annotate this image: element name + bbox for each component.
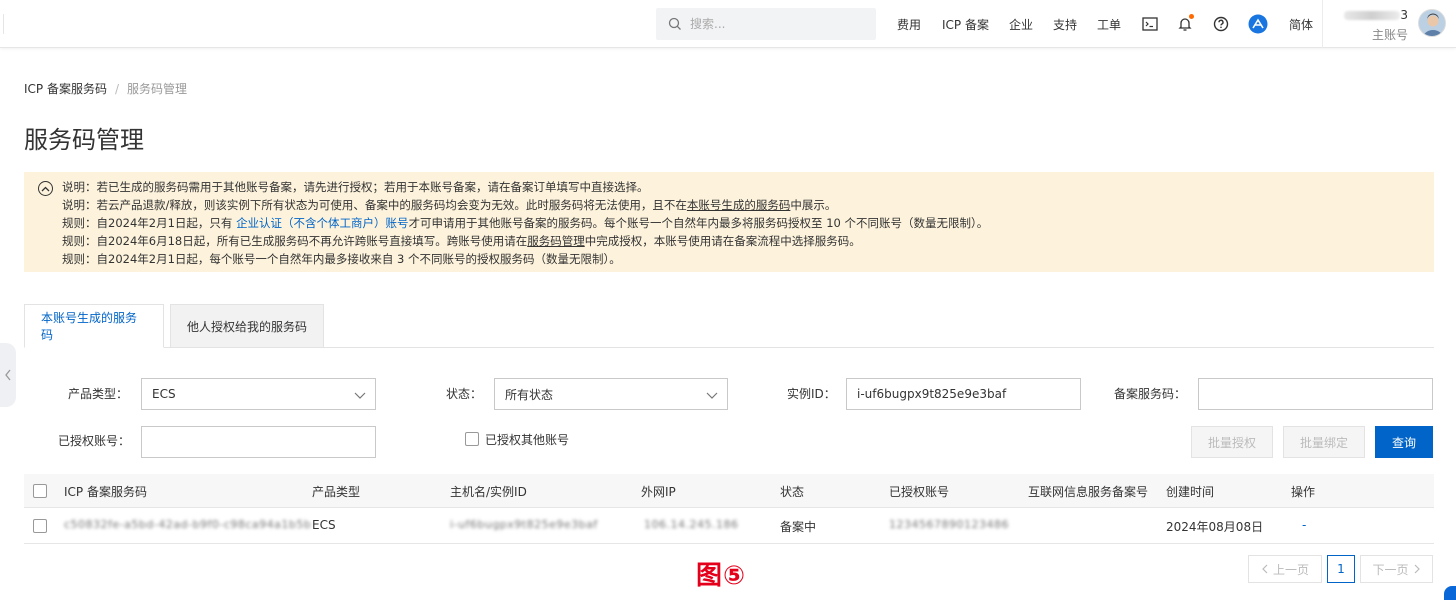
service-code-label: 备案服务码： (1114, 387, 1187, 401)
column-header[interactable]: 创建时间 (1166, 483, 1214, 500)
row-checkbox[interactable] (33, 519, 47, 533)
tab-authorized-codes[interactable]: 他人授权给我的服务码 (170, 304, 324, 348)
column-header[interactable]: 主机名/实例ID (450, 483, 527, 500)
user-name: 3 (1344, 8, 1408, 22)
cell-service-code: c50832fe-a5bd-42ad-b9f0-c98ca94a1b5b (64, 518, 312, 531)
table-row: c50832fe-a5bd-42ad-b9f0-c98ca94a1b5b ECS… (24, 508, 1434, 544)
notice-line-3: 规则：自2024年2月1日起，只有 企业认证（不含个体工商户）账号才可申请用于其… (62, 216, 989, 230)
cell-product-type: ECS (312, 518, 336, 532)
cell-created-time: 2024年08月08日 (1166, 520, 1264, 534)
chevron-left-icon (1262, 564, 1268, 574)
status-select[interactable]: 所有状态 (494, 378, 728, 410)
notice-line-4: 规则：自2024年6月18日起，所有已生成服务码不再允许跨账号直接填写。跨账号使… (62, 234, 861, 248)
chevron-down-icon (354, 392, 366, 399)
next-page-button[interactable]: 下一页 (1360, 555, 1433, 583)
nav-ticket[interactable]: 工单 (1097, 16, 1121, 33)
tab-bar: 本账号生成的服务码 他人授权给我的服务码 (24, 304, 324, 348)
authorized-account-input[interactable] (141, 426, 376, 458)
cell-instance-id: i-uf6bugpx9t825e9e3baf (450, 518, 598, 531)
cell-status: 备案中 (780, 520, 817, 534)
query-button[interactable]: 查询 (1375, 426, 1433, 458)
search-icon (668, 17, 681, 30)
column-header[interactable]: 已授权账号 (889, 483, 949, 500)
avatar[interactable] (1418, 9, 1446, 37)
instance-id-label: 实例ID： (787, 387, 836, 401)
column-header[interactable]: 互联网信息服务备案号 (1028, 483, 1148, 500)
help-icon[interactable] (1211, 14, 1231, 34)
service-code-input[interactable] (1198, 378, 1433, 410)
notification-dot (1189, 14, 1194, 19)
assistant-logo-icon[interactable] (1248, 14, 1268, 34)
column-header[interactable]: ICP 备案服务码 (64, 483, 147, 500)
search-input[interactable] (690, 17, 860, 31)
bell-icon[interactable] (1175, 14, 1195, 34)
column-header[interactable]: 外网IP (641, 483, 676, 500)
nav-support[interactable]: 支持 (1053, 16, 1077, 33)
link-enterprise-cert[interactable]: 企业认证（不含个体工商户）账号 (236, 216, 409, 230)
breadcrumb-current: 服务码管理 (127, 82, 188, 96)
chevron-left-icon (5, 369, 11, 381)
breadcrumb-root[interactable]: ICP 备案服务码 (24, 82, 107, 96)
prev-page-button[interactable]: 上一页 (1248, 555, 1322, 583)
chevron-down-icon (706, 392, 718, 399)
notice-panel: 说明：若已生成的服务码需用于其他账号备案，请先进行授权；若用于本账号备案，请在备… (24, 172, 1434, 272)
notice-line-5: 规则：自2024年2月1日起，每个账号一个自然年内最多接收来自 3 个不同账号的… (62, 252, 621, 266)
user-role: 主账号 (1371, 28, 1408, 42)
nav-enterprise[interactable]: 企业 (1009, 16, 1033, 33)
authorized-others-checkbox[interactable] (465, 432, 479, 446)
nav-billing[interactable]: 费用 (897, 16, 921, 33)
page-title: 服务码管理 (24, 126, 144, 154)
user-name-redacted (1344, 11, 1401, 20)
nav-icp[interactable]: ICP 备案 (942, 16, 989, 33)
tab-own-codes[interactable]: 本账号生成的服务码 (24, 304, 164, 348)
product-type-label: 产品类型： (68, 387, 129, 401)
breadcrumb-separator: / (114, 82, 120, 96)
page-number-button[interactable]: 1 (1327, 555, 1355, 583)
breadcrumb: ICP 备案服务码 / 服务码管理 (24, 80, 187, 97)
link-code-management[interactable]: 服务码管理 (527, 234, 585, 248)
cell-authorized-account: 1234567890123486 (889, 518, 1009, 531)
product-type-select[interactable]: ECS (141, 378, 376, 410)
notice-line-2: 说明：若云产品退款/释放，则该实例下所有状态为可使用、备案中的服务码均会变为无效… (62, 198, 837, 212)
user-menu[interactable]: 3 主账号 (1322, 0, 1456, 48)
select-all-checkbox[interactable] (33, 484, 47, 498)
column-header[interactable]: 操作 (1291, 483, 1315, 500)
global-search[interactable] (656, 8, 876, 40)
instance-id-input[interactable]: i-uf6bugpx9t825e9e3baf (846, 378, 1081, 410)
chevron-right-icon (1414, 564, 1420, 574)
floating-helper-button[interactable] (1444, 586, 1456, 600)
top-bar-left-edge (0, 14, 4, 34)
batch-bind-button[interactable]: 批量绑定 (1283, 426, 1365, 458)
cell-action-link[interactable]: - (1302, 518, 1306, 532)
terminal-icon[interactable] (1140, 14, 1160, 34)
column-header[interactable]: 状态 (780, 483, 804, 500)
authorized-account-label: 已授权账号： (58, 434, 131, 448)
collapse-up-icon[interactable] (38, 181, 53, 196)
batch-authorize-button[interactable]: 批量授权 (1191, 426, 1273, 458)
top-bar: 费用 ICP 备案 企业 支持 工单 简体 3 主账号 (0, 0, 1456, 48)
table-header: ICP 备案服务码 产品类型 主机名/实例ID 外网IP 状态 已授权账号 互联… (24, 474, 1434, 508)
sidebar-collapse-handle[interactable] (0, 343, 16, 407)
column-header[interactable]: 产品类型 (312, 483, 360, 500)
notice-line-1: 说明：若已生成的服务码需用于其他账号备案，请先进行授权；若用于本账号备案，请在备… (62, 180, 649, 194)
link-own-codes[interactable]: 本账号生成的服务码 (687, 198, 791, 212)
figure-label: 图⑤ (696, 561, 747, 591)
language-switch[interactable]: 简体 (1289, 16, 1313, 33)
authorized-others-label: 已授权其他账号 (485, 433, 570, 447)
cell-public-ip: 106.14.245.186 (644, 518, 739, 531)
status-label: 状态： (446, 387, 483, 401)
